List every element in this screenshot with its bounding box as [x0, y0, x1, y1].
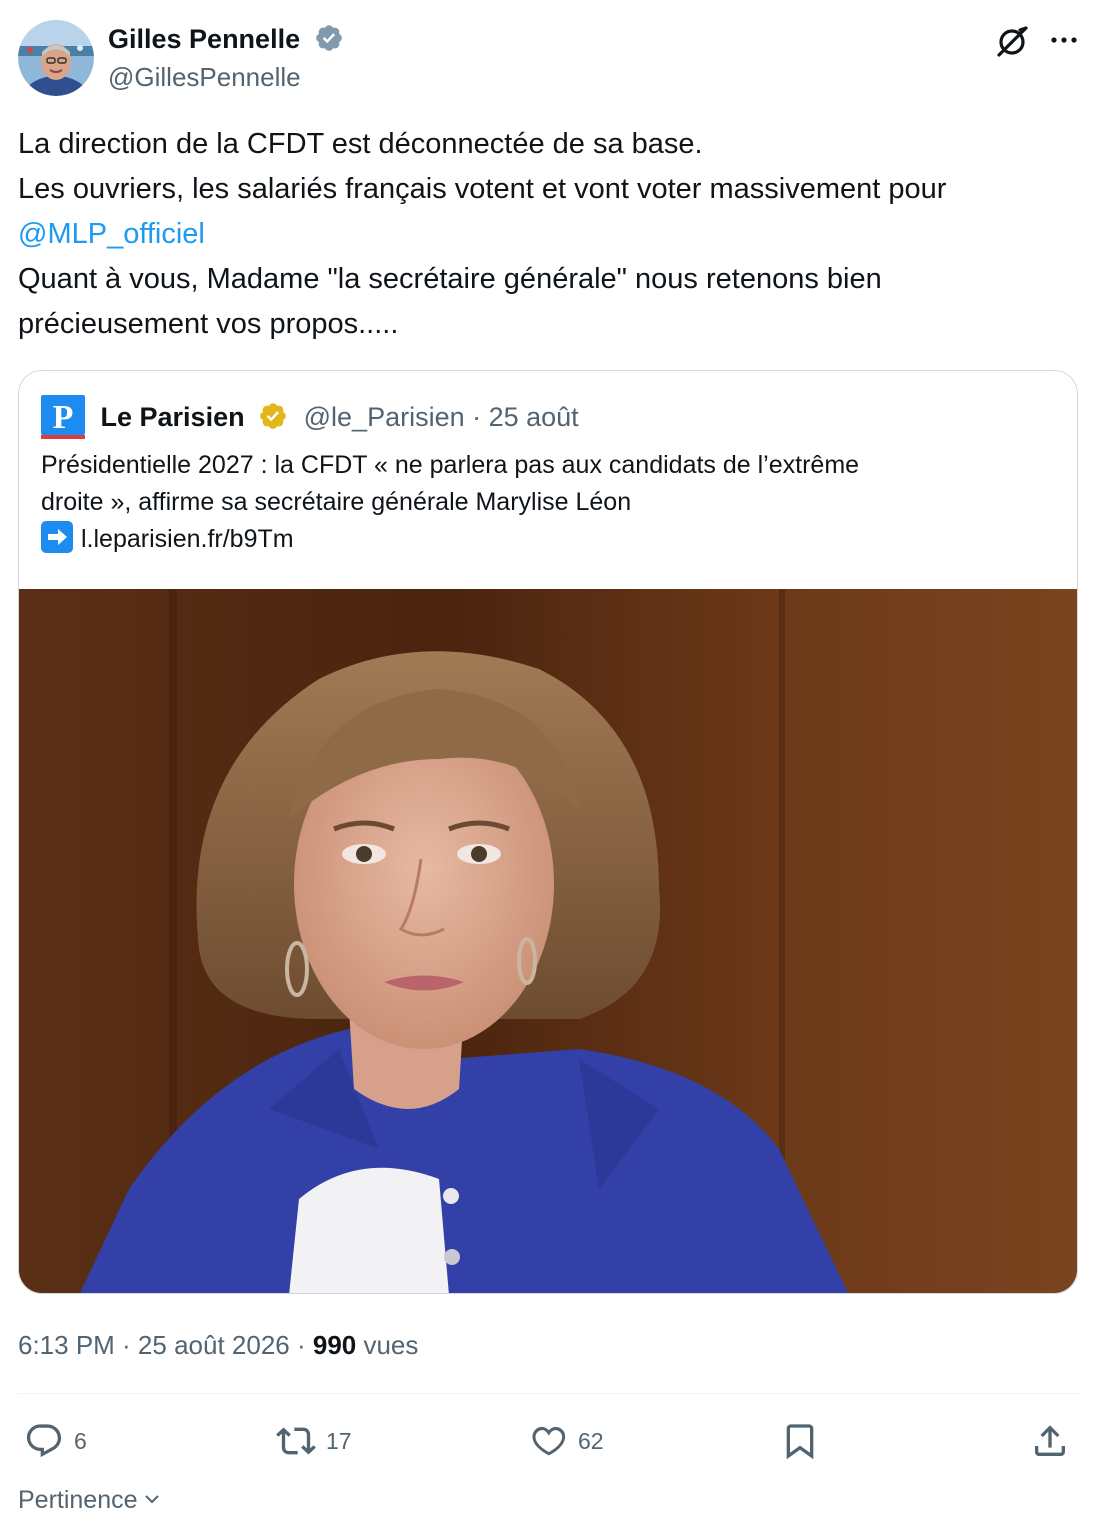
quoted-handle-date: @le_Parisien · 25 août [303, 402, 579, 432]
tweet-line: La direction de la CFDT est déconnectée … [18, 128, 703, 160]
repost-count: 17 [326, 1427, 352, 1454]
le-parisien-logo-icon[interactable]: P [41, 394, 85, 439]
like-count: 62 [578, 1427, 604, 1454]
views-label: vues [356, 1330, 419, 1360]
repost-icon [276, 1427, 316, 1455]
sort-label: Pertinence [18, 1486, 138, 1514]
tweet-line: Quant à vous, Madame "la secrétaire géné… [18, 263, 882, 295]
divider [18, 1393, 1080, 1394]
tweet-text: La direction de la CFDT est déconnectée … [18, 122, 1083, 347]
repost-button[interactable]: 17 [276, 1418, 352, 1464]
share-icon [1035, 1425, 1065, 1456]
author-avatar[interactable] [18, 20, 94, 96]
reply-count: 6 [74, 1427, 87, 1454]
quoted-line: Présidentielle 2027 : la CFDT « ne parle… [41, 451, 860, 479]
like-button[interactable]: 62 [528, 1418, 604, 1464]
mention-link[interactable]: @MLP_officiel [18, 212, 1083, 257]
tweet-line: précieusement vos propos..... [18, 308, 399, 340]
grok-icon[interactable] [992, 22, 1032, 62]
quoted-tweet-card[interactable]: P Le Parisien @le_Parisien · 25 août Pré… [18, 370, 1078, 1294]
tweet-line: Les ouvriers, les salariés français vote… [18, 173, 947, 205]
bookmark-button[interactable] [780, 1418, 820, 1464]
portrait-photo-icon[interactable] [19, 589, 1078, 1294]
quoted-author-name[interactable]: Le Parisien [101, 402, 245, 432]
sort-dropdown[interactable]: Pertinence [18, 1482, 162, 1518]
bookmark-icon [786, 1424, 814, 1460]
quoted-link-row: l.leparisien.fr/b9Tm [41, 521, 1051, 558]
more-options-icon[interactable] [1046, 22, 1082, 58]
timestamp[interactable]: 6:13 PM · 25 août 2026 · [18, 1330, 313, 1360]
author-name-row[interactable]: Gilles Pennelle [108, 22, 344, 56]
quoted-tweet-header: P Le Parisien @le_Parisien · 25 août [41, 394, 579, 439]
logo-letter: P [53, 399, 74, 436]
heart-icon [532, 1426, 566, 1456]
chevron-down-icon [144, 1495, 159, 1504]
views-count: 990 [312, 1330, 357, 1360]
quoted-line: droite », affirme sa secrétaire générale… [41, 488, 632, 516]
quoted-tweet-text: Présidentielle 2027 : la CFDT « ne parle… [41, 447, 1051, 558]
author-handle[interactable]: @GillesPennelle [108, 60, 301, 94]
tweet-meta: 6:13 PM · 25 août 2026 · 990 vues [18, 1326, 418, 1364]
share-button[interactable] [1030, 1418, 1070, 1464]
reply-button[interactable]: 6 [24, 1418, 87, 1464]
verified-badge-icon [315, 25, 342, 51]
profile-photo-icon [18, 20, 94, 96]
gold-verified-badge-icon [260, 403, 286, 429]
author-name[interactable]: Gilles Pennelle [108, 24, 300, 54]
reply-icon [26, 1424, 62, 1458]
quoted-link[interactable]: l.leparisien.fr/b9Tm [81, 525, 294, 553]
right-arrow-icon [41, 521, 73, 554]
